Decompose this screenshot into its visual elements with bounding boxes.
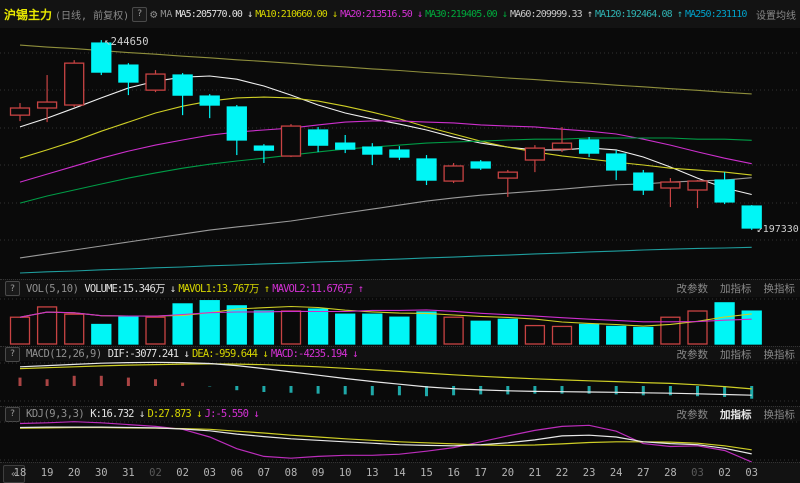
date-label: 02 bbox=[147, 467, 165, 479]
date-label: 17 bbox=[472, 467, 490, 479]
ma-legend-item: MA250:231110 bbox=[685, 9, 746, 20]
date-label: 13 bbox=[363, 467, 381, 479]
vol-indicator-name[interactable]: VOL(5,10) bbox=[26, 283, 78, 295]
date-label: 14 bbox=[390, 467, 408, 479]
date-label: 24 bbox=[607, 467, 625, 479]
kdj-indicator-name[interactable]: KDJ(9,3,3) bbox=[26, 408, 84, 420]
macd-chart[interactable] bbox=[0, 361, 800, 404]
date-label: 15 bbox=[418, 467, 436, 479]
macd-buttons: 改参数加指标换指标 bbox=[677, 347, 796, 362]
ma-settings-button[interactable]: 设置均线 bbox=[756, 7, 796, 22]
ma-legend-item: MA10:210660.00 ↓ bbox=[255, 9, 337, 20]
vol-legend-item: MAVOL1:13.767万 ↑ bbox=[178, 281, 269, 296]
date-label: 30 bbox=[92, 467, 110, 479]
date-label: 18 bbox=[11, 467, 29, 479]
kdj-button-3[interactable]: 换指标 bbox=[764, 407, 796, 422]
date-label: 06 bbox=[228, 467, 246, 479]
date-label: 03 bbox=[689, 467, 707, 479]
macd-button-3[interactable]: 换指标 bbox=[764, 347, 796, 362]
volume-chart[interactable] bbox=[0, 297, 800, 345]
date-label: 10 bbox=[336, 467, 354, 479]
date-label: 22 bbox=[553, 467, 571, 479]
date-label: 28 bbox=[661, 467, 679, 479]
date-label: 08 bbox=[282, 467, 300, 479]
instrument-name: 沪锡主力 bbox=[4, 6, 52, 23]
kdj-button-1[interactable]: 改参数 bbox=[677, 407, 709, 422]
date-label: 23 bbox=[580, 467, 598, 479]
date-label: 02 bbox=[174, 467, 192, 479]
ma-legend-item: MA30:219405.00 ↓ bbox=[425, 9, 507, 20]
vol-help-icon[interactable]: ? bbox=[5, 281, 20, 296]
date-label: 07 bbox=[255, 467, 273, 479]
date-label: 19 bbox=[38, 467, 56, 479]
svg-text:↙197330: ↙197330 bbox=[757, 224, 799, 235]
kdj-panel-header: ? KDJ(9,3,3) K:16.732 ↓D:27.873 ↓ J:-5.55… bbox=[0, 406, 800, 421]
date-label: 02 bbox=[716, 467, 734, 479]
kdj-legend-item: K:16.732 ↓ bbox=[90, 408, 144, 420]
help-icon[interactable]: ? bbox=[132, 7, 147, 22]
vol-button-2[interactable]: 加指标 bbox=[720, 281, 752, 296]
macd-legend: DIF:-3077.241 ↓DEA:-959.644 ↓MACD:-4235.… bbox=[108, 348, 361, 360]
kdj-legend-item: D:27.873 ↓ bbox=[147, 408, 201, 420]
gear-icon[interactable]: ⚙ bbox=[150, 7, 157, 21]
macd-button-1[interactable]: 改参数 bbox=[677, 347, 709, 362]
period-label: (日线, 前复权) bbox=[55, 7, 129, 22]
ma-legend-item: MA20:213516.50 ↓ bbox=[340, 9, 422, 20]
ma-toggle[interactable]: MA bbox=[160, 9, 172, 20]
macd-indicator-name[interactable]: MACD(12,26,9) bbox=[26, 348, 102, 360]
date-label: 16 bbox=[445, 467, 463, 479]
date-label: 27 bbox=[634, 467, 652, 479]
vol-button-3[interactable]: 换指标 bbox=[764, 281, 796, 296]
kdj-buttons: 改参数加指标换指标 bbox=[677, 407, 796, 422]
date-label: 03 bbox=[743, 467, 761, 479]
date-label: 03 bbox=[201, 467, 219, 479]
kdj-chart[interactable] bbox=[0, 421, 800, 462]
date-label: 20 bbox=[499, 467, 517, 479]
kdj-legend-item: J:-5.550 ↓ bbox=[205, 408, 259, 420]
vol-button-1[interactable]: 改参数 bbox=[677, 281, 709, 296]
macd-legend-item: MACD:-4235.194 ↓ bbox=[271, 348, 358, 360]
macd-legend-item: DIF:-3077.241 ↓ bbox=[108, 348, 189, 360]
ma-legend-item: MA60:209999.33 ↑ bbox=[510, 9, 592, 20]
ma-legend-item: MA5:205770.00 ↓ bbox=[175, 9, 252, 20]
kdj-button-2[interactable]: 加指标 bbox=[720, 407, 752, 422]
macd-button-2[interactable]: 加指标 bbox=[720, 347, 752, 362]
date-label: 31 bbox=[119, 467, 137, 479]
macd-help-icon[interactable]: ? bbox=[5, 347, 20, 362]
vol-legend-item: VOLUME:15.346万 ↓ bbox=[84, 281, 175, 296]
ma-legend: MA5:205770.00 ↓MA10:210660.00 ↓MA20:2135… bbox=[175, 9, 749, 20]
ma-legend-item: MA120:192464.08 ↑ bbox=[595, 9, 682, 20]
macd-legend-item: DEA:-959.644 ↓ bbox=[192, 348, 268, 360]
main-candle-chart[interactable]: ↖244650 ↙197330 bbox=[0, 28, 800, 276]
kdj-help-icon[interactable]: ? bbox=[5, 407, 20, 422]
date-label: 09 bbox=[309, 467, 327, 479]
trading-app: 沪锡主力 (日线, 前复权) ? ⚙ MA MA5:205770.00 ↓MA1… bbox=[0, 0, 800, 483]
date-axis: « 18192030310202030607080910131415161720… bbox=[0, 462, 800, 483]
svg-text:↖244650: ↖244650 bbox=[104, 36, 148, 48]
vol-panel-header: ? VOL(5,10) VOLUME:15.346万 ↓MAVOL1:13.76… bbox=[0, 279, 800, 297]
vol-legend: VOLUME:15.346万 ↓MAVOL1:13.767万 ↑MAVOL2:1… bbox=[84, 281, 366, 296]
top-bar: 沪锡主力 (日线, 前复权) ? ⚙ MA MA5:205770.00 ↓MA1… bbox=[0, 0, 800, 28]
date-label: 20 bbox=[65, 467, 83, 479]
date-label: 21 bbox=[526, 467, 544, 479]
vol-legend-item: MAVOL2:11.676万 ↑ bbox=[272, 281, 363, 296]
vol-buttons: 改参数加指标换指标 bbox=[677, 281, 796, 296]
macd-panel-header: ? MACD(12,26,9) DIF:-3077.241 ↓DEA:-959.… bbox=[0, 346, 800, 361]
kdj-legend: K:16.732 ↓D:27.873 ↓ J:-5.550 ↓ bbox=[90, 408, 262, 420]
